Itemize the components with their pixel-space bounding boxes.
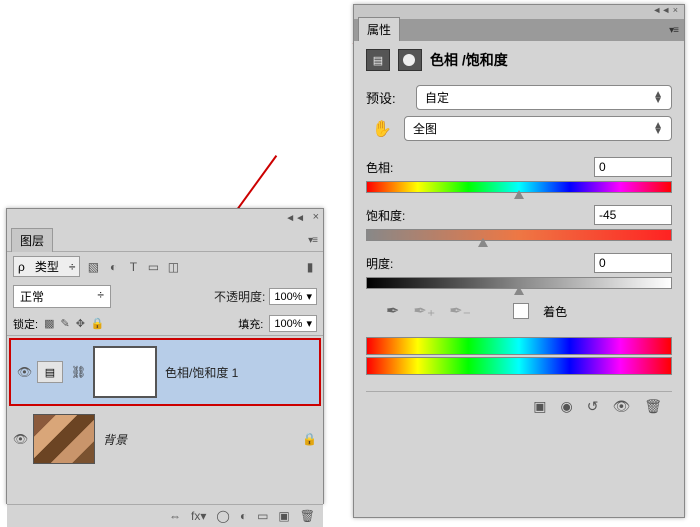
fill-label: 填充: (238, 316, 263, 332)
filter-toggle-icon[interactable]: ▮ (303, 260, 317, 274)
layer-row-adjustment[interactable]: 👁 ▤ ⛓ 色相/饱和度 1 (9, 338, 321, 406)
filter-smart-icon[interactable]: ◫ (166, 260, 180, 274)
adjustment-type-icon[interactable]: ▤ (366, 49, 390, 71)
hue-label: 色相: (366, 159, 393, 176)
layer-lock-bar: 锁定: ▩ ✎ ✥ 🔒 填充: 100%▾ (7, 312, 323, 336)
colorize-label: 着色 (543, 303, 567, 320)
eyedropper-minus-icon[interactable]: ✒₋ (449, 301, 471, 321)
output-spectrum (366, 357, 672, 375)
layer-list: 👁 ▤ ⛓ 色相/饱和度 1 👁 背景 🔒 (7, 336, 323, 504)
lock-all-icon[interactable]: 🔒 (91, 317, 105, 330)
filter-label: 类型 (35, 258, 59, 275)
layer-row-background[interactable]: 👁 背景 🔒 (7, 408, 323, 470)
layer-name[interactable]: 色相/饱和度 1 (165, 364, 313, 381)
trash-icon[interactable]: 🗑 (644, 398, 662, 415)
lightness-label: 明度: (366, 255, 393, 272)
lightness-input[interactable]: 0 (594, 253, 672, 273)
filter-type-select[interactable]: ρ 类型 ÷ (13, 256, 80, 277)
blend-mode-select[interactable]: 正常÷ (13, 285, 111, 308)
opacity-label: 不透明度: (214, 288, 265, 305)
group-icon[interactable]: ▭ (257, 509, 268, 523)
visibility-icon[interactable]: 👁 (17, 365, 29, 379)
slider-handle[interactable] (514, 286, 524, 295)
layers-tab[interactable]: 图层 (11, 228, 53, 252)
saturation-slider[interactable] (366, 229, 672, 241)
mask-thumbnail[interactable] (93, 346, 157, 398)
lock-transparent-icon[interactable]: ▩ (44, 317, 54, 330)
adjustment-thumb-icon: ▤ (37, 361, 63, 383)
slider-handle[interactable] (478, 238, 488, 247)
dropdown-arrows-icon: ▲▼ (653, 123, 663, 135)
properties-tab[interactable]: 属性 (358, 17, 400, 41)
opacity-input[interactable]: 100%▾ (269, 288, 317, 305)
layer-blend-bar: 正常÷ 不透明度: 100%▾ (7, 281, 323, 312)
layer-filter-bar: ρ 类型 ÷ ▧ ◐ T ▭ ◫ ▮ (7, 252, 323, 281)
panel-menu-icon[interactable]: ▾≡ (308, 235, 317, 246)
mask-icon[interactable]: ◯ (216, 509, 229, 523)
properties-tab-row: 属性 ▾≡ (354, 19, 684, 41)
eyedropper-plus-icon[interactable]: ✒₊ (413, 301, 435, 321)
lock-brush-icon[interactable]: ✎ (60, 317, 69, 330)
collapse-bar[interactable]: ◄◄ × (354, 5, 684, 19)
colorize-checkbox[interactable] (513, 303, 529, 319)
reset-icon[interactable]: ↺ (587, 398, 599, 415)
filter-shape-icon[interactable]: ▭ (146, 260, 160, 274)
eyedropper-icon[interactable]: ✒ (386, 301, 399, 321)
saturation-label: 饱和度: (366, 207, 405, 224)
fx-icon[interactable]: fx▾ (191, 509, 206, 523)
visibility-icon[interactable]: 👁 (13, 432, 25, 446)
close-icon[interactable]: × (313, 211, 319, 223)
new-layer-icon[interactable]: ▣ (278, 509, 289, 523)
filter-adjustment-icon[interactable]: ◐ (106, 260, 120, 274)
hue-input[interactable]: 0 (594, 157, 672, 177)
input-spectrum (366, 337, 672, 355)
slider-handle[interactable] (514, 190, 524, 199)
visibility-toggle-icon[interactable]: 👁 (612, 398, 630, 415)
properties-bottom-bar: ▣ ◉ ↺ 👁 🗑 (366, 391, 672, 421)
mask-type-icon[interactable] (398, 49, 422, 71)
link-layers-icon[interactable]: ⇔ (169, 509, 181, 523)
trash-icon[interactable]: 🗑 (300, 509, 315, 523)
preset-select[interactable]: 自定 ▲▼ (416, 85, 672, 110)
preset-label: 预设: (366, 88, 410, 107)
dropdown-arrows-icon: ▲▼ (653, 92, 663, 104)
image-thumbnail[interactable] (33, 414, 95, 464)
clip-to-layer-icon[interactable]: ▣ (533, 398, 546, 415)
adjustment-icon[interactable]: ◐ (240, 509, 247, 523)
layers-panel: ◄◄ × 图层 ▾≡ ρ 类型 ÷ ▧ ◐ T ▭ ◫ ▮ 正常÷ 不透明度: … (6, 208, 324, 504)
lock-move-icon[interactable]: ✥ (76, 317, 85, 330)
layers-panel-header: ◄◄ × 图层 ▾≡ (7, 209, 323, 252)
properties-panel: ◄◄ × 属性 ▾≡ ▤ 色相 /饱和度 预设: 自定 ▲▼ ✋ 全图 ▲▼ 色 (353, 4, 685, 518)
layer-name[interactable]: 背景 (103, 431, 294, 448)
collapse-icon[interactable]: ◄◄ (285, 213, 305, 224)
filter-pixel-icon[interactable]: ▧ (86, 260, 100, 274)
hue-slider[interactable] (366, 181, 672, 193)
lock-label: 锁定: (13, 316, 38, 332)
adjustment-title: 色相 /饱和度 (430, 50, 508, 70)
view-previous-icon[interactable]: ◉ (560, 398, 572, 415)
targeted-adjust-icon[interactable]: ✋ (366, 119, 398, 139)
lock-icon[interactable]: 🔒 (302, 432, 317, 446)
properties-body: ▤ 色相 /饱和度 预设: 自定 ▲▼ ✋ 全图 ▲▼ 色相: 0 (354, 41, 684, 429)
fill-input[interactable]: 100%▾ (269, 315, 317, 332)
saturation-input[interactable]: -45 (594, 205, 672, 225)
layers-bottom-bar: ⇔ fx▾ ◯ ◐ ▭ ▣ 🗑 (7, 504, 323, 527)
filter-type-icon[interactable]: T (126, 260, 140, 274)
range-select[interactable]: 全图 ▲▼ (404, 116, 672, 141)
lightness-slider[interactable] (366, 277, 672, 289)
link-icon[interactable]: ⛓ (71, 365, 85, 379)
panel-menu-icon[interactable]: ▾≡ (669, 25, 678, 36)
